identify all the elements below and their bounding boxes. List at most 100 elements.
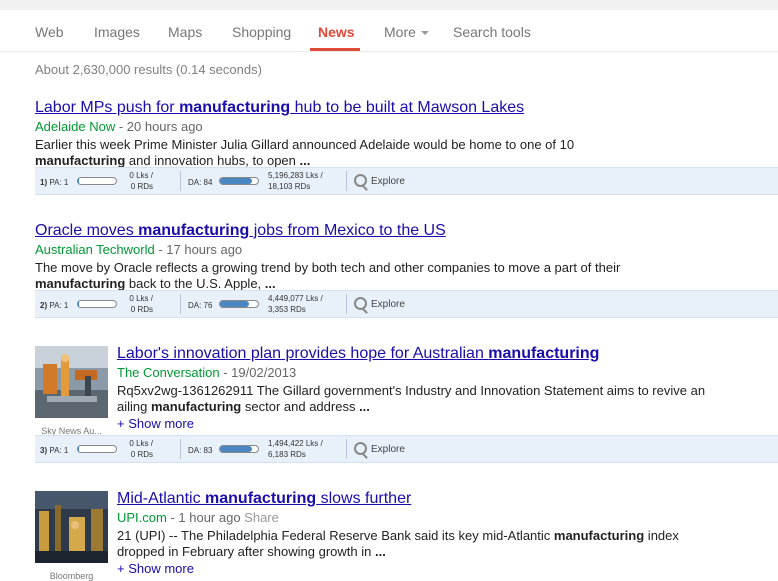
da-bar-fill [220, 301, 249, 307]
show-more-link[interactable]: + Show more [117, 416, 778, 431]
explore-link[interactable]: Explore [371, 444, 405, 455]
moz-domain-links: 4,449,077 Lks /3,353 RDs [268, 293, 323, 315]
title-text: hub to be built at Mawson Lakes [290, 99, 524, 116]
snippet-text: index [644, 528, 679, 543]
explore-link[interactable]: Explore [371, 299, 405, 310]
title-text: slows further [316, 490, 411, 507]
pa-bar [77, 300, 117, 308]
tab-shopping[interactable]: Shopping [232, 24, 291, 40]
chevron-down-icon [421, 31, 429, 35]
mozbar: 3) PA: 1 0 Lks /0 RDs DA: 83 1,494,422 L… [35, 435, 778, 463]
tab-web[interactable]: Web [35, 24, 64, 40]
title-text: Labor MPs push for [35, 99, 179, 116]
title-keyword: manufacturing [205, 490, 316, 507]
result-source: Adelaide Now - 20 hours ago [35, 119, 778, 134]
snippet-line: Earlier this week Prime Minister Julia G… [35, 137, 778, 153]
page-rds: 0 RDs [125, 304, 153, 315]
tab-news[interactable]: News [318, 24, 355, 40]
factory-robot-image [35, 346, 108, 418]
search-nav: Web Images Maps Shopping News More Searc… [0, 10, 778, 52]
domain-links: 4,449,077 Lks / [268, 293, 323, 304]
moz-rank-pa: 2) PA: 1 [40, 301, 68, 310]
snippet-text: dropped in February after showing growth… [117, 544, 375, 559]
snippet-keyword: manufacturing [554, 528, 644, 543]
title-keyword: manufacturing [488, 345, 599, 362]
domain-rds: 3,353 RDs [268, 304, 323, 315]
moz-rank: 1) [40, 178, 47, 187]
snippet-keyword: manufacturing [151, 399, 241, 414]
moz-pa: PA: 1 [49, 301, 68, 310]
active-tab-indicator [310, 48, 360, 51]
snippet-ellipsis: ... [300, 153, 311, 168]
result-stats: About 2,630,000 results (0.14 seconds) [35, 62, 262, 77]
title-keyword: manufacturing [138, 222, 249, 239]
page-links: 0 Lks / [125, 438, 153, 449]
tab-search-tools[interactable]: Search tools [453, 24, 531, 40]
snippet-ellipsis: ... [359, 399, 370, 414]
search-icon [354, 442, 367, 455]
snippet-line: The move by Oracle reflects a growing tr… [35, 260, 778, 276]
result-thumbnail[interactable]: Bloomberg [35, 491, 108, 581]
page-rds: 0 RDs [125, 449, 153, 460]
snippet-keyword: manufacturing [35, 276, 125, 291]
result-title-link[interactable]: Labor MPs push for manufacturing hub to … [35, 99, 778, 117]
result-time: - 19/02/2013 [220, 365, 297, 380]
result-source: Australian Techworld - 17 hours ago [35, 242, 778, 257]
snippet-ellipsis: ... [375, 544, 386, 559]
moz-page-links: 0 Lks /0 RDs [125, 438, 153, 460]
moz-page-links: 0 Lks /0 RDs [125, 170, 153, 192]
da-bar-fill [220, 446, 252, 452]
share-link[interactable]: Share [241, 510, 279, 525]
result-source: The Conversation - 19/02/2013 [117, 365, 778, 380]
moz-rank-pa: 3) PA: 1 [40, 446, 68, 455]
news-result: Labor MPs push for manufacturing hub to … [35, 99, 778, 169]
moz-pa: PA: 1 [49, 178, 68, 187]
news-result: Oracle moves manufacturing jobs from Mex… [35, 222, 778, 292]
da-bar [219, 300, 259, 308]
result-time: - 17 hours ago [155, 242, 242, 257]
explore-link[interactable]: Explore [371, 176, 405, 187]
mozbar: 2) PA: 1 0 Lks /0 RDs DA: 76 4,449,077 L… [35, 290, 778, 318]
result-title-link[interactable]: Labor's innovation plan provides hope fo… [117, 345, 778, 363]
tab-more[interactable]: More [384, 24, 429, 40]
snippet-line: Rq5xv2wg-1361262911 The Gillard governme… [117, 383, 778, 399]
title-keyword: manufacturing [179, 99, 290, 116]
result-snippet: Rq5xv2wg-1361262911 The Gillard governme… [117, 383, 778, 415]
moz-pa: PA: 1 [49, 446, 68, 455]
result-time: - 1 hour ago [167, 510, 241, 525]
moz-page-links: 0 Lks /0 RDs [125, 293, 153, 315]
result-snippet: The move by Oracle reflects a growing tr… [35, 260, 778, 292]
snippet-text: ailing [117, 399, 151, 414]
moz-rank: 2) [40, 301, 47, 310]
da-bar-fill [220, 178, 252, 184]
snippet-line: 21 (UPI) -- The Philadelphia Federal Res… [117, 528, 778, 544]
tab-maps[interactable]: Maps [168, 24, 202, 40]
news-result: Mid-Atlantic manufacturing slows further… [117, 490, 778, 576]
snippet-line: ailing manufacturing sector and address … [117, 399, 778, 415]
news-result: Labor's innovation plan provides hope fo… [117, 345, 778, 431]
moz-da: DA: 76 [188, 301, 212, 310]
tab-images[interactable]: Images [94, 24, 140, 40]
divider [346, 294, 347, 314]
result-thumbnail[interactable]: Sky News Au... [35, 346, 108, 436]
title-text: Oracle moves [35, 222, 138, 239]
result-source: UPI.com - 1 hour ago Share [117, 510, 778, 525]
domain-links: 5,196,283 Lks / [268, 170, 323, 181]
divider [346, 439, 347, 459]
result-title-link[interactable]: Mid-Atlantic manufacturing slows further [117, 490, 778, 508]
show-more-link[interactable]: + Show more [117, 561, 778, 576]
domain-links: 1,494,422 Lks / [268, 438, 323, 449]
divider [180, 294, 181, 314]
source-name: The Conversation [117, 365, 220, 380]
result-snippet: Earlier this week Prime Minister Julia G… [35, 137, 778, 169]
result-title-link[interactable]: Oracle moves manufacturing jobs from Mex… [35, 222, 778, 240]
snippet-text: sector and address [241, 399, 359, 414]
da-bar [219, 177, 259, 185]
page-links: 0 Lks / [125, 293, 153, 304]
moz-domain-links: 5,196,283 Lks /18,103 RDs [268, 170, 323, 192]
snippet-text: 21 (UPI) -- The Philadelphia Federal Res… [117, 528, 554, 543]
factory-floor-image [35, 491, 108, 563]
mozbar: 1) PA: 1 0 Lks /0 RDs DA: 84 5,196,283 L… [35, 167, 778, 195]
da-bar [219, 445, 259, 453]
search-icon [354, 174, 367, 187]
